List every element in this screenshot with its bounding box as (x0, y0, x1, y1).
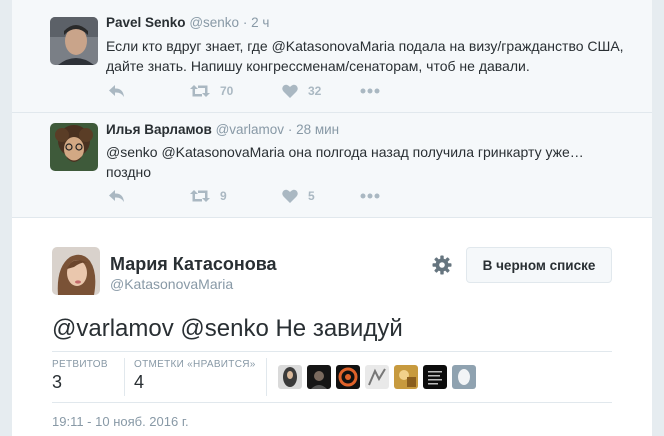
tweet-text: @senko @KatasonovaMaria она полгода наза… (106, 144, 584, 180)
username[interactable]: @KatasonovaMaria (110, 276, 233, 292)
gear-icon[interactable] (432, 255, 452, 275)
liker-avatar[interactable] (423, 365, 447, 389)
reply-icon (108, 189, 125, 203)
stat-divider (124, 358, 125, 396)
timestamp[interactable]: 2 ч (251, 15, 269, 30)
avatar[interactable] (52, 247, 100, 295)
tweet-text: Если кто вдруг знает, где @KatasonovaMar… (106, 38, 624, 74)
liker-avatar[interactable] (336, 365, 360, 389)
separator-dot: · (242, 15, 248, 30)
avatar[interactable] (50, 17, 98, 65)
tweet-permalink-panel: Pavel Senko @senko · 2 ч Если кто вдруг … (12, 0, 652, 436)
likers-avatars (278, 365, 476, 389)
like-count: 32 (308, 84, 322, 98)
liker-avatar[interactable] (452, 365, 476, 389)
more-icon (360, 88, 380, 94)
tweet-stats: РЕТВИТОВ 3 ОТМЕТКИ «НРАВИТСЯ» 4 (52, 351, 612, 403)
fullname[interactable]: Илья Варламов (106, 122, 212, 137)
reply-icon (108, 84, 125, 98)
tweet-header: Илья Варламов @varlamov · 28 мин (106, 122, 339, 137)
likes-count: 4 (134, 372, 145, 392)
like-icon (282, 84, 298, 98)
fullname[interactable]: Мария Катасонова (110, 254, 277, 275)
tweet-date[interactable]: 19:11 - 10 нояб. 2016 г. (52, 414, 189, 429)
more-button[interactable] (360, 186, 380, 206)
tweet-actions: 9 5 (106, 186, 406, 206)
separator-dot: · (287, 122, 293, 137)
liker-avatar[interactable] (365, 365, 389, 389)
username[interactable]: @senko (189, 15, 239, 30)
like-button[interactable]: 32 (282, 81, 321, 101)
username[interactable]: @varlamov (216, 122, 284, 137)
tweet-actions: 70 32 (106, 81, 406, 101)
retweet-button[interactable]: 9 (190, 186, 227, 206)
retweet-count: 9 (220, 189, 227, 203)
liker-avatar[interactable] (278, 365, 302, 389)
avatar[interactable] (50, 123, 98, 171)
more-button[interactable] (360, 81, 380, 101)
retweet-count: 70 (220, 84, 234, 98)
reply-button[interactable] (108, 81, 125, 101)
liker-avatar[interactable] (307, 365, 331, 389)
ancestor-tweet[interactable]: Pavel Senko @senko · 2 ч Если кто вдруг … (12, 0, 652, 113)
permalink-tweet: Мария Катасонова @KatasonovaMaria В черн… (12, 218, 652, 436)
tweet-text: @varlamov @senko Не завидуй (52, 315, 403, 342)
retweets-stat[interactable]: РЕТВИТОВ 3 (52, 359, 108, 393)
likes-stat[interactable]: ОТМЕТКИ «НРАВИТСЯ» 4 (134, 359, 256, 393)
blocked-button[interactable]: В черном списке (466, 247, 612, 283)
tweet-header: Pavel Senko @senko · 2 ч (106, 15, 269, 30)
retweet-button[interactable]: 70 (190, 81, 233, 101)
like-icon (282, 189, 298, 203)
retweets-label: РЕТВИТОВ (52, 359, 108, 370)
like-count: 5 (308, 189, 315, 203)
retweets-count: 3 (52, 372, 63, 392)
retweet-icon (190, 84, 210, 98)
stat-divider (266, 358, 267, 396)
fullname[interactable]: Pavel Senko (106, 15, 186, 30)
reply-button[interactable] (108, 186, 125, 206)
retweet-icon (190, 189, 210, 203)
timestamp[interactable]: 28 мин (296, 122, 339, 137)
conversation-ancestors: Pavel Senko @senko · 2 ч Если кто вдруг … (12, 0, 652, 218)
liker-avatar[interactable] (394, 365, 418, 389)
likes-label: ОТМЕТКИ «НРАВИТСЯ» (134, 359, 256, 370)
like-button[interactable]: 5 (282, 186, 315, 206)
more-icon (360, 193, 380, 199)
